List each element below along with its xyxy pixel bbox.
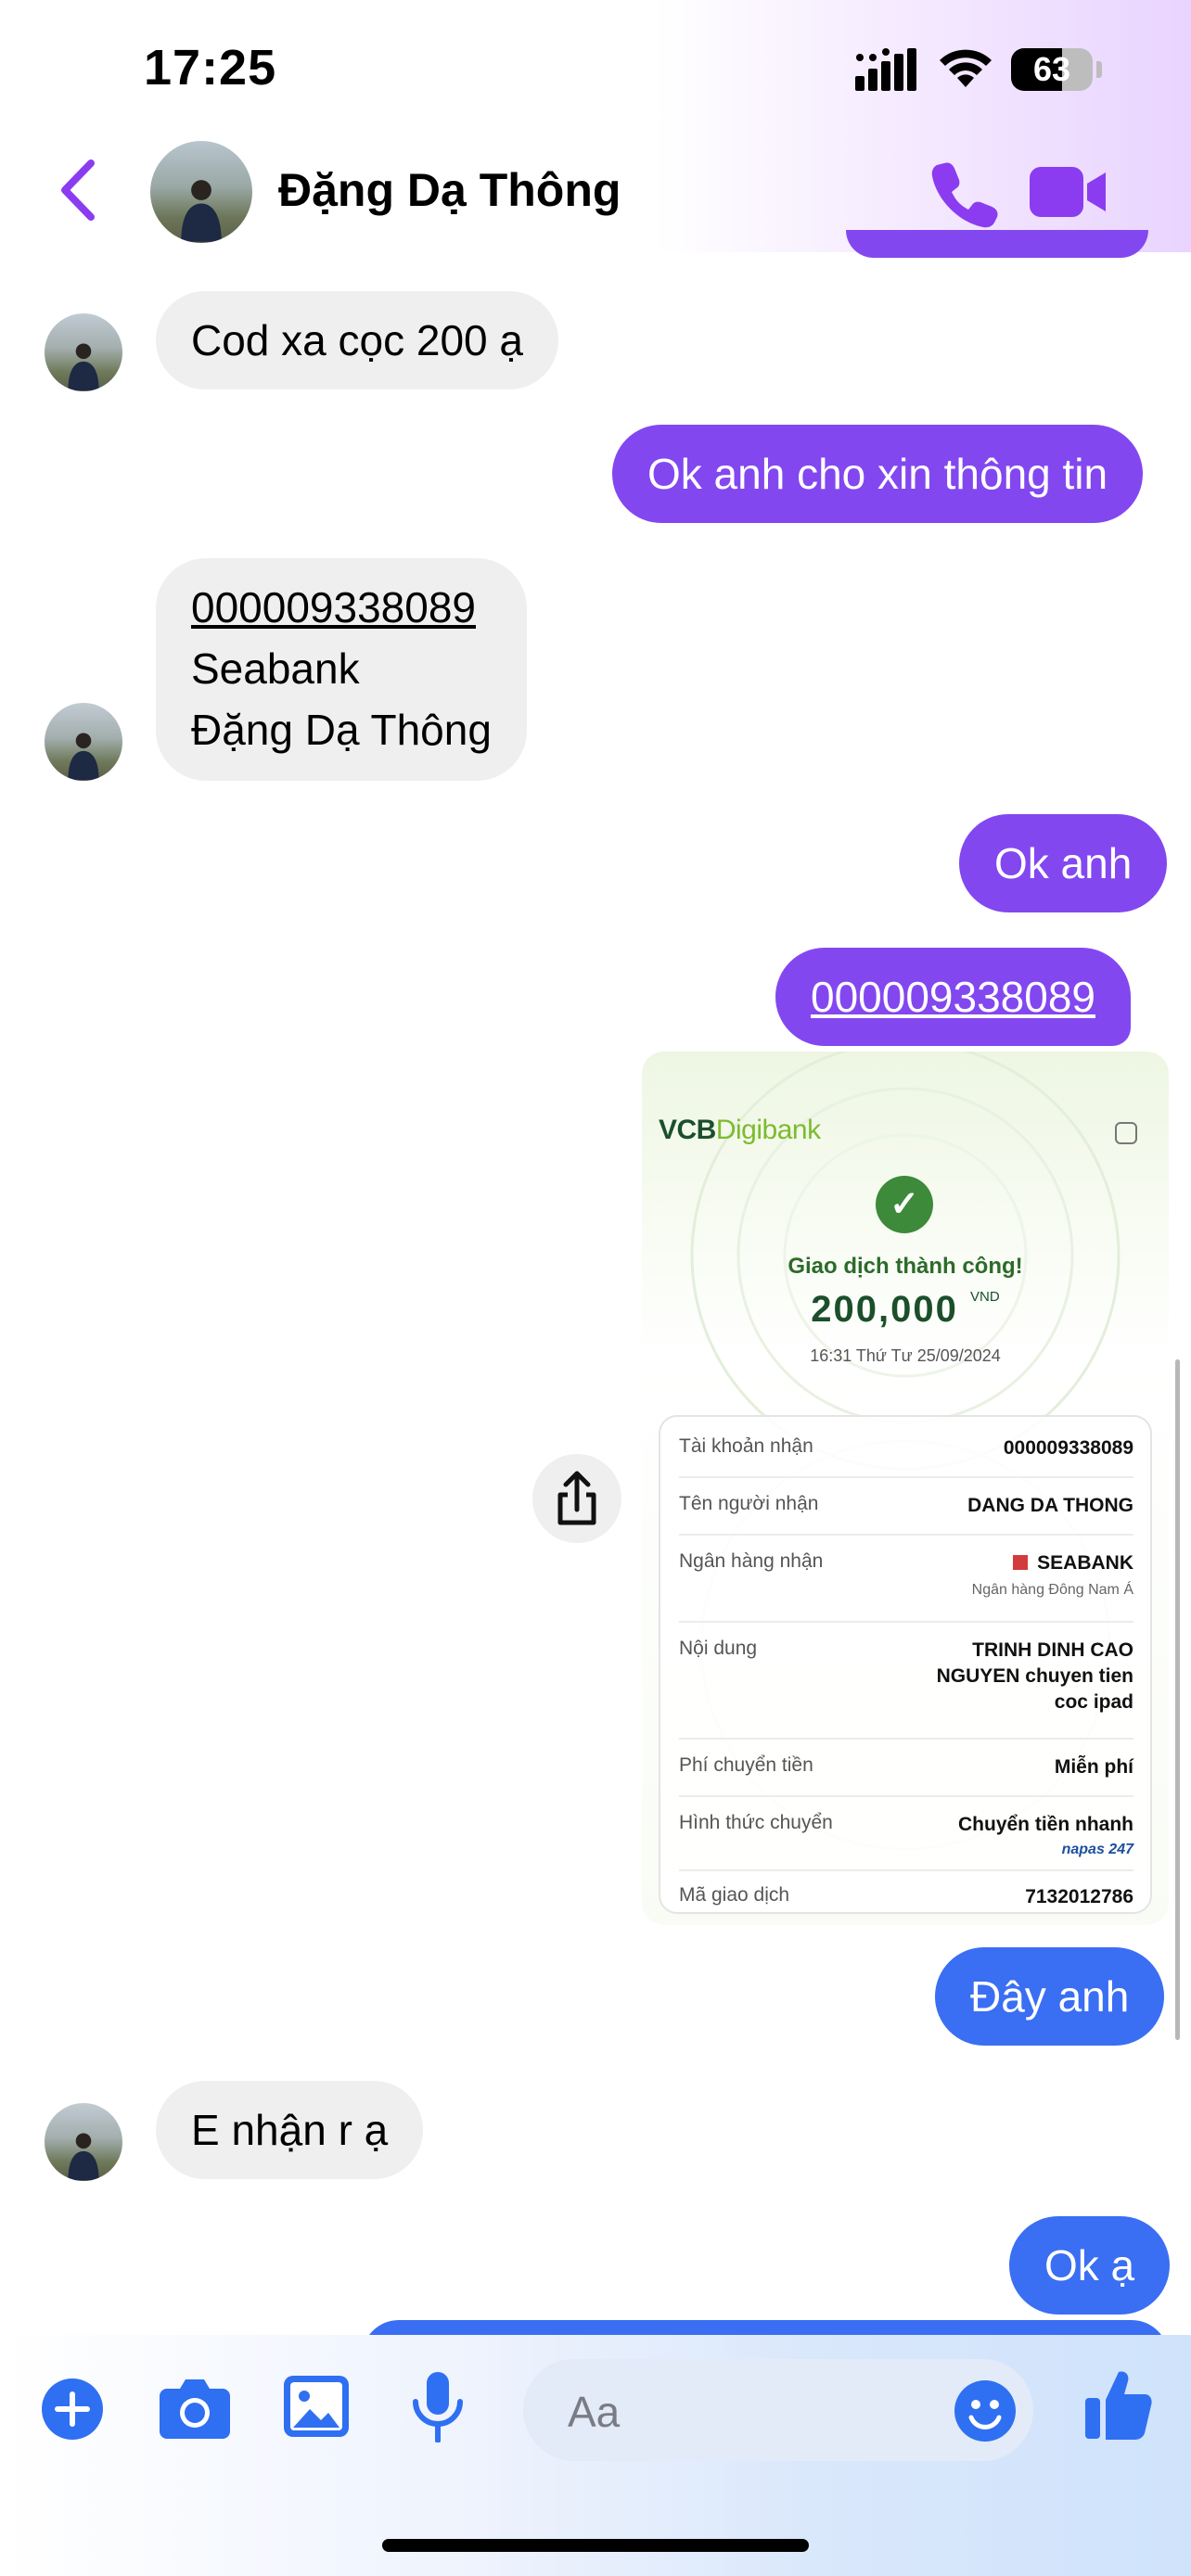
home-icon bbox=[1115, 1122, 1137, 1144]
seabank-logo-icon bbox=[1013, 1555, 1029, 1570]
video-camera-icon[interactable] bbox=[1030, 159, 1108, 224]
avatar-person bbox=[68, 733, 99, 781]
transaction-details-table: Tài khoản nhận 000009338089 Tên người nh… bbox=[659, 1415, 1152, 1914]
message-bubble-incoming[interactable]: E nhận r ạ bbox=[156, 2081, 424, 2179]
share-button[interactable] bbox=[532, 1454, 621, 1543]
share-icon bbox=[557, 1471, 596, 1525]
battery-percentage: 63 bbox=[1032, 50, 1071, 88]
message-bubble-incoming[interactable]: Cod xa cọc 200 ạ bbox=[156, 291, 559, 389]
message-bubble-outgoing[interactable]: Đây anh bbox=[935, 1947, 1165, 2046]
emoji-icon[interactable] bbox=[954, 2379, 1017, 2442]
message-bubble-outgoing[interactable]: 000009338089 bbox=[775, 948, 1131, 1046]
sender-avatar bbox=[45, 703, 122, 781]
wifi-icon bbox=[940, 49, 992, 87]
back-chevron-icon[interactable] bbox=[56, 158, 102, 223]
detail-row: Phí chuyển tiền Miễn phí bbox=[679, 1754, 1133, 1797]
avatar-person bbox=[68, 343, 99, 391]
vcb-digibank-logo: VCBDigibank bbox=[659, 1115, 821, 1145]
battery-tip bbox=[1096, 61, 1102, 78]
previous-message-bubble bbox=[846, 230, 1148, 258]
avatar-person bbox=[68, 2133, 99, 2181]
sender-avatar bbox=[45, 313, 122, 391]
plus-icon[interactable] bbox=[41, 2378, 104, 2441]
transaction-status: Giao dịch thành công! bbox=[788, 1254, 1023, 1279]
message-line: Đặng Dạ Thông bbox=[191, 706, 492, 754]
contact-name[interactable]: Đặng Dạ Thông bbox=[278, 163, 621, 217]
phone-icon[interactable] bbox=[931, 158, 1002, 228]
message-input[interactable]: Aa bbox=[523, 2359, 1033, 2461]
avatar-person bbox=[181, 180, 222, 242]
account-number-link[interactable]: 000009338089 bbox=[191, 577, 492, 638]
detail-row: Tên người nhận DANG DA THONG bbox=[679, 1493, 1133, 1536]
battery-icon: 63 bbox=[1011, 48, 1093, 91]
message-bubble-outgoing[interactable]: Ok anh cho xin thông tin bbox=[612, 425, 1144, 523]
message-line: Seabank bbox=[191, 644, 360, 693]
home-indicator bbox=[382, 2539, 809, 2552]
transaction-datetime: 16:31 Thứ Tư 25/09/2024 bbox=[810, 1346, 1001, 1365]
message-input-placeholder: Aa bbox=[568, 2388, 621, 2436]
detail-row: Nội dung TRINH DINH CAO NGUYEN chuyen ti… bbox=[679, 1638, 1133, 1740]
microphone-icon[interactable] bbox=[412, 2372, 464, 2442]
napas-logo: napas 247 bbox=[1061, 1842, 1133, 1857]
account-number-link[interactable]: 000009338089 bbox=[811, 973, 1095, 1021]
status-bar: 17:25 63 bbox=[0, 0, 1191, 139]
detail-row: Tài khoản nhận 000009338089 bbox=[679, 1435, 1133, 1478]
cellular-signal-icon bbox=[855, 48, 916, 91]
transaction-amount: 200,000 VND bbox=[811, 1289, 1000, 1330]
gallery-icon[interactable] bbox=[284, 2376, 349, 2437]
message-bubble-outgoing[interactable]: Ok ạ bbox=[1009, 2216, 1171, 2315]
success-check-icon: ✓ bbox=[876, 1176, 933, 1233]
thumbs-up-icon[interactable] bbox=[1085, 2368, 1152, 2441]
detail-row: Mã giao dịch 7132012786 bbox=[679, 1884, 1133, 1907]
message-bubble-outgoing[interactable]: Ok anh bbox=[959, 814, 1168, 912]
camera-icon[interactable] bbox=[160, 2376, 230, 2439]
status-time: 17:25 bbox=[144, 40, 277, 96]
transfer-receipt-image[interactable]: VCBDigibank ✓ Giao dịch thành công! 200,… bbox=[642, 1052, 1169, 1925]
sender-avatar bbox=[45, 2103, 122, 2181]
scrollbar[interactable] bbox=[1175, 1359, 1180, 2040]
contact-avatar[interactable] bbox=[150, 141, 252, 243]
detail-row: Ngân hàng nhận SEABANK Ngân hàng Đông Na… bbox=[679, 1550, 1133, 1623]
message-bubble-incoming[interactable]: 000009338089 Seabank Đặng Dạ Thông bbox=[156, 558, 527, 781]
detail-row: Hình thức chuyển Chuyển tiền nhanh napas… bbox=[679, 1812, 1133, 1871]
